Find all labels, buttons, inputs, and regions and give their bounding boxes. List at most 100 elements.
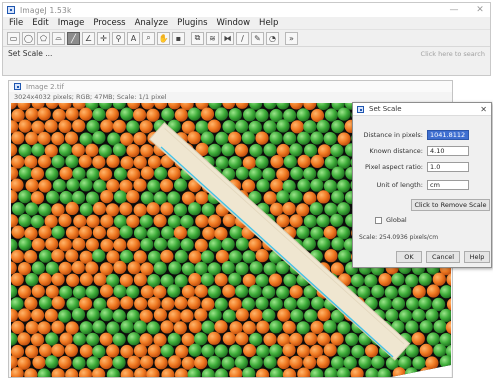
menu-window[interactable]: Window — [217, 18, 251, 28]
distance-in-pixels-row: Distance in pixels: 1041.8112 — [353, 129, 493, 141]
orange-bead — [39, 343, 53, 357]
orange-bead — [146, 202, 160, 216]
orange-bead — [161, 297, 175, 311]
green-bead — [201, 250, 215, 264]
oval-tool-icon[interactable]: ◯ — [22, 31, 35, 45]
orange-bead — [378, 273, 392, 287]
orange-bead — [310, 320, 324, 334]
green-bead — [419, 320, 433, 334]
menu-analyze[interactable]: Analyze — [135, 18, 169, 28]
green-bead — [100, 308, 114, 322]
orange-bead — [337, 132, 351, 146]
orange-bead — [66, 273, 80, 287]
pencil-tool-icon[interactable]: ✎ — [251, 31, 264, 45]
green-bead — [79, 321, 93, 335]
green-bead — [58, 143, 73, 157]
orange-bead — [153, 308, 167, 322]
unit-of-length-row: Unit of length: cm — [353, 179, 493, 191]
brush-tool-icon[interactable]: ∕ — [236, 31, 249, 45]
stacks-menu-icon[interactable]: ⧉ — [191, 31, 204, 45]
tool-bar: ▭ ◯ ⬠ ⌓ ╱ ∠ ✛ ⚲ A ⌕ ✋ ▪ ⧉ ≋ ⧓ ∕ ✎ ◔ » — [3, 29, 490, 46]
green-bead — [276, 285, 290, 300]
flood-fill-icon[interactable]: ◔ — [266, 31, 279, 45]
orange-bead — [64, 131, 79, 145]
green-bead — [180, 238, 194, 252]
help-button[interactable]: Help — [464, 251, 490, 263]
orange-bead — [187, 131, 201, 145]
green-bead — [174, 249, 188, 264]
close-icon[interactable]: ✕ — [474, 5, 486, 15]
green-bead — [331, 120, 345, 134]
green-bead — [222, 309, 236, 323]
green-bead — [263, 262, 277, 276]
orange-bead — [38, 179, 52, 193]
pixel-aspect-ratio-field[interactable]: 1.0 — [427, 162, 469, 172]
orange-bead — [92, 201, 107, 216]
menu-edit[interactable]: Edit — [32, 18, 48, 28]
green-bead — [161, 107, 175, 122]
cancel-button[interactable]: Cancel — [426, 251, 460, 263]
green-bead — [86, 332, 100, 346]
polygon-tool-icon[interactable]: ⬠ — [37, 31, 50, 45]
menu-process[interactable]: Process — [93, 18, 125, 28]
orange-bead — [85, 143, 99, 157]
green-bead — [337, 107, 351, 121]
orange-bead — [44, 119, 58, 133]
orange-bead — [59, 166, 73, 180]
menu-image[interactable]: Image — [58, 18, 85, 28]
drawing-tools-icon[interactable]: ⧓ — [221, 31, 234, 45]
orange-bead — [105, 107, 119, 121]
text-tool-icon[interactable]: A — [127, 31, 140, 45]
orange-bead — [324, 249, 338, 263]
menu-plugins[interactable]: Plugins — [177, 18, 207, 28]
click-to-remove-scale-button[interactable]: Click to Remove Scale — [411, 199, 490, 211]
lut-menu-icon[interactable]: ≋ — [206, 31, 219, 45]
green-bead — [200, 272, 215, 287]
green-bead — [276, 190, 290, 204]
orange-bead — [289, 355, 303, 369]
point-tool-icon[interactable]: ✛ — [97, 31, 110, 45]
green-bead — [113, 167, 128, 181]
ok-button[interactable]: OK — [396, 251, 422, 263]
rectangle-tool-icon[interactable]: ▭ — [7, 31, 20, 45]
more-tools-icon[interactable]: » — [285, 31, 298, 45]
orange-bead — [25, 345, 39, 359]
green-bead — [187, 107, 201, 121]
straight-line-tool-icon[interactable]: ╱ — [67, 31, 80, 45]
global-checkbox[interactable] — [375, 216, 382, 224]
menu-file[interactable]: File — [9, 18, 23, 28]
green-bead — [234, 355, 248, 369]
orange-bead — [277, 355, 291, 370]
magnifier-tool-icon[interactable]: ⌕ — [142, 31, 155, 45]
green-bead — [316, 119, 330, 133]
hand-tool-icon[interactable]: ✋ — [157, 31, 170, 45]
angle-tool-icon[interactable]: ∠ — [82, 31, 95, 45]
green-bead — [255, 296, 269, 310]
close-icon[interactable]: ✕ — [480, 105, 487, 114]
orange-bead — [113, 260, 127, 274]
green-bead — [86, 308, 100, 322]
orange-bead — [106, 344, 120, 358]
minimize-icon[interactable]: — — [448, 5, 460, 15]
menu-help[interactable]: Help — [259, 18, 278, 28]
orange-bead — [37, 321, 51, 335]
known-distance-field[interactable]: 4.10 — [427, 146, 469, 156]
green-bead — [323, 320, 337, 334]
green-bead — [378, 297, 393, 311]
freehand-tool-icon[interactable]: ⌓ — [52, 31, 65, 45]
orange-bead — [214, 227, 228, 241]
green-bead — [167, 237, 181, 251]
green-bead — [25, 202, 39, 216]
orange-bead — [270, 178, 284, 193]
green-bead — [425, 308, 439, 322]
global-option[interactable]: Global — [375, 216, 407, 224]
green-bead — [79, 202, 93, 216]
green-bead — [11, 202, 26, 216]
distance-in-pixels-field[interactable]: 1041.8112 — [427, 130, 469, 140]
search-hint[interactable]: Click here to search — [421, 50, 485, 58]
unit-of-length-field[interactable]: cm — [427, 180, 469, 190]
wand-tool-icon[interactable]: ⚲ — [112, 31, 125, 45]
known-distance-label: Known distance: — [369, 147, 423, 155]
dropper-tool-icon[interactable]: ▪ — [172, 31, 185, 45]
orange-bead — [248, 238, 262, 252]
